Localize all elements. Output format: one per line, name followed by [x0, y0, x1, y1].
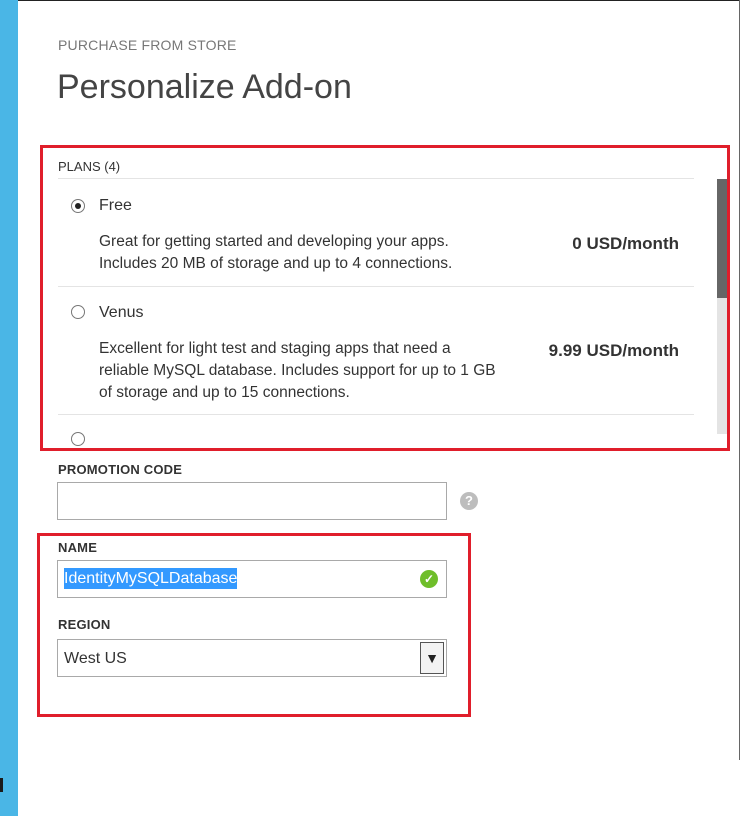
region-selected-value: West US	[64, 650, 127, 667]
plan-name: Free	[99, 197, 132, 214]
plan-radio-next[interactable]	[71, 432, 85, 446]
region-label: REGION	[58, 617, 111, 632]
plans-panel: PLANS (4) Free Great for getting started…	[40, 145, 730, 451]
plan-description: Great for getting started and developing…	[99, 233, 453, 272]
plan-name: Venus	[99, 304, 144, 321]
dialog-title: Personalize Add-on	[57, 68, 352, 106]
plan-option-venus[interactable]: Venus Excellent for light test and stagi…	[58, 287, 694, 415]
plan-price: 0 USD/month	[572, 234, 679, 253]
plans-scrollbar[interactable]	[717, 179, 727, 434]
promotion-code-input[interactable]	[57, 482, 447, 520]
region-select[interactable]: West US ▼	[57, 639, 447, 677]
plans-header: PLANS (4)	[58, 159, 121, 174]
plan-radio-free[interactable]	[71, 199, 85, 213]
question-circle-icon[interactable]: ?	[460, 492, 478, 510]
top-border	[18, 0, 740, 1]
left-accent-strip	[0, 0, 18, 816]
plan-price: 9.99 USD/month	[548, 341, 679, 360]
scrollbar-thumb[interactable]	[717, 179, 727, 298]
plan-radio-venus[interactable]	[71, 305, 85, 319]
strip-marker	[0, 778, 3, 792]
plan-option-free[interactable]: Free Great for getting started and devel…	[58, 179, 694, 287]
dialog-subtitle: PURCHASE FROM STORE	[58, 37, 237, 53]
name-label: NAME	[58, 540, 98, 555]
checkmark-circle-icon: ✓	[420, 570, 438, 588]
name-input[interactable]: IdentityMySQLDatabase ✓	[57, 560, 447, 598]
promotion-code-label: PROMOTION CODE	[58, 462, 183, 477]
chevron-down-icon[interactable]: ▼	[420, 642, 444, 674]
plan-description: Excellent for light test and staging app…	[99, 340, 496, 401]
plan-option-next[interactable]	[58, 415, 694, 448]
name-input-value: IdentityMySQLDatabase	[64, 568, 238, 589]
